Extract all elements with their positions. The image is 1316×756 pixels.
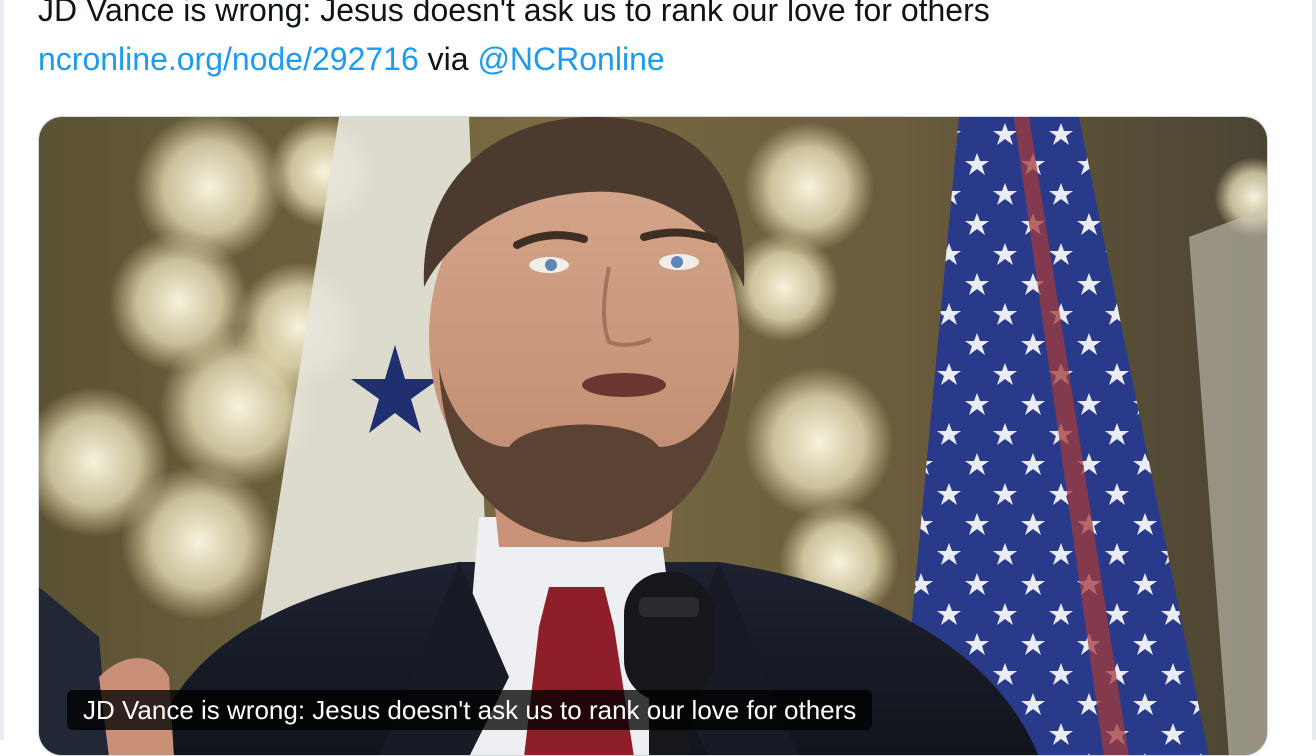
link-preview-card[interactable]: JD Vance is wrong: Jesus doesn't ask us … bbox=[38, 116, 1268, 756]
card-title-overlay: JD Vance is wrong: Jesus doesn't ask us … bbox=[67, 690, 873, 730]
via-text: via bbox=[418, 41, 478, 77]
tweet-link-line: ncronline.org/node/292716 via @NCRonline bbox=[38, 35, 990, 84]
tweet-headline: JD Vance is wrong: Jesus doesn't ask us … bbox=[38, 0, 990, 28]
article-link[interactable]: ncronline.org/node/292716 bbox=[38, 41, 419, 77]
tweet-text: JD Vance is wrong: Jesus doesn't ask us … bbox=[38, 0, 990, 84]
left-frame-border bbox=[0, 0, 4, 740]
mention-link[interactable]: @NCRonline bbox=[477, 41, 664, 77]
card-image bbox=[39, 117, 1267, 755]
right-frame-border bbox=[1312, 0, 1316, 740]
